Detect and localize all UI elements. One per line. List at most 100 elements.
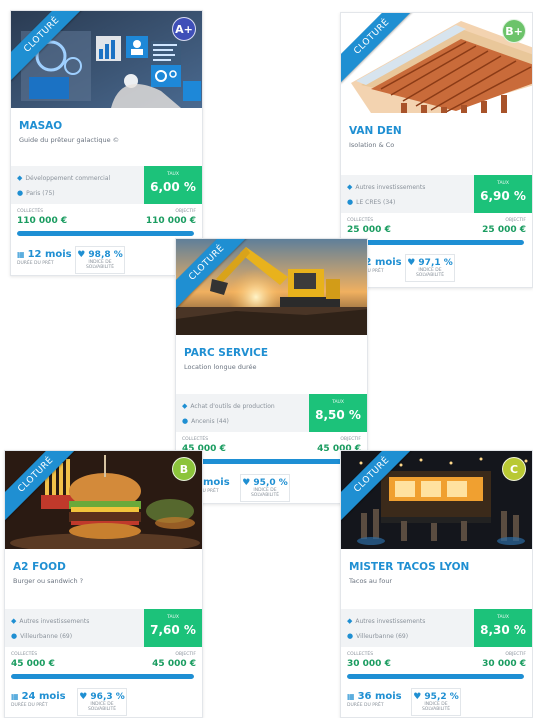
project-card-a2-food[interactable]: CLOTURÉ B A2 FOOD Burger ou sandwich ? ◆…: [4, 450, 203, 718]
rate-label: TAUX: [497, 181, 509, 186]
target-label: OBJECTIF: [175, 652, 196, 657]
shield-heart-icon: ♥: [407, 258, 416, 268]
map-pin-icon: ●: [347, 198, 354, 206]
tag-icon: ◆: [347, 183, 353, 191]
progress-fill: [182, 459, 359, 464]
project-image: CLOTURÉ B+: [341, 13, 532, 113]
project-title[interactable]: MASAO: [11, 108, 202, 132]
loan-details: ▦ 36 mois DURÉE DU PRÊT ♥ 95,2 % INDICE D…: [341, 685, 532, 717]
project-subtitle: Isolation & Co: [349, 141, 395, 149]
project-subtitle: Guide du prêteur galactique ©: [19, 136, 120, 144]
sector-tag: ◆ Développement commercial: [17, 174, 111, 182]
target-value: 25 000 €: [482, 225, 526, 235]
rate-value: 7,60 %: [150, 623, 196, 637]
sector-tag: ◆ Achat d'outils de production: [182, 402, 275, 410]
progress-fill: [17, 231, 194, 236]
progress-fill: [347, 674, 524, 679]
collected-value: 25 000 €: [347, 225, 391, 235]
funding-progress-bar: [347, 240, 524, 245]
target-value: 45 000 €: [152, 659, 196, 669]
sector-tag: ◆ Autres investissements: [11, 617, 90, 625]
funding-progress-bar: [17, 231, 194, 236]
funding-progress-bar: [347, 674, 524, 679]
collected-label: COLLECTÉS: [17, 209, 44, 214]
risk-grade-badge: C: [502, 457, 526, 481]
project-subtitle: Tacos au four: [349, 577, 393, 585]
progress-fill: [347, 240, 524, 245]
shield-heart-icon: ♥: [77, 250, 86, 260]
funding-amounts: COLLECTÉS 25 000 € OBJECTIF 25 000 €: [341, 215, 532, 239]
risk-grade-badge: B: [172, 457, 196, 481]
collected-value: 30 000 €: [347, 659, 391, 669]
location-tag: ● LE CRES (34): [347, 198, 396, 206]
location-tag: ● Paris (75): [17, 189, 55, 197]
location-tag: ● Villeurbanne (69): [11, 632, 73, 640]
map-pin-icon: ●: [347, 632, 354, 640]
interest-rate-box: TAUX 6,90 %: [474, 175, 532, 213]
tag-icon: ◆: [11, 617, 17, 625]
tag-icon: ◆: [347, 617, 353, 625]
project-image: CLOTURÉ B: [5, 451, 202, 549]
rate-value: 6,90 %: [480, 189, 526, 203]
tag-icon: ◆: [17, 174, 23, 182]
calendar-icon: ▦: [11, 692, 19, 701]
interest-rate-box: TAUX 6,00 %: [144, 166, 202, 204]
shield-heart-icon: ♥: [242, 478, 251, 488]
rate-value: 8,30 %: [480, 623, 526, 637]
collected-label: COLLECTÉS: [182, 437, 209, 442]
project-card-masao[interactable]: CLOTURÉ A+ MASAO Guide du prêteur galact…: [10, 10, 203, 276]
tag-icon: ◆: [182, 402, 188, 410]
project-image: CLOTURÉ C: [341, 451, 532, 549]
interest-rate-box: TAUX 8,50 %: [309, 394, 367, 432]
project-info-row: ◆ Achat d'outils de production ● Ancenis (…: [176, 394, 367, 432]
solvency-score: ♥ 96,3 % INDICE DE SOLVABILITÉ: [77, 688, 127, 716]
collected-label: COLLECTÉS: [347, 218, 374, 223]
project-card-mister-tacos-lyon[interactable]: CLOTURÉ C MISTER TACOS LYON Tacos au fou…: [340, 450, 533, 718]
solvency-score: ♥ 98,8 % INDICE DE SOLVABILITÉ: [75, 246, 125, 274]
map-pin-icon: ●: [17, 189, 24, 197]
solvency-score: ♥ 95,2 % INDICE DE SOLVABILITÉ: [411, 688, 461, 716]
loan-duration: ▦12 mois DURÉE DU PRÊT: [17, 249, 72, 266]
solvency-score: ♥ 97,1 % INDICE DE SOLVABILITÉ: [405, 254, 455, 282]
location-tag: ● Villeurbanne (69): [347, 632, 409, 640]
progress-fill: [11, 674, 194, 679]
project-title[interactable]: MISTER TACOS LYON: [341, 549, 532, 573]
project-info-row: ◆ Autres investissements ● Villeurbanne (6…: [341, 609, 532, 647]
project-image: CLOTURÉ A+: [11, 11, 202, 108]
loan-details: ▦ 24 mois DURÉE DU PRÊT ♥ 96,3 % INDICE D…: [5, 685, 202, 717]
project-subtitle: Location longue durée: [184, 363, 257, 371]
target-value: 110 000 €: [145, 216, 196, 226]
project-card-van-den[interactable]: CLOTURÉ B+ VAN DEN Isolation & Co ◆ Autre…: [340, 12, 533, 288]
project-title[interactable]: VAN DEN: [341, 113, 532, 137]
project-title[interactable]: PARC SERVICE: [176, 335, 367, 359]
target-label: OBJECTIF: [505, 218, 526, 223]
interest-rate-box: TAUX 8,30 %: [474, 609, 532, 647]
loan-duration: ▦ 24 mois DURÉE DU PRÊT: [11, 691, 66, 708]
loan-duration: ▦ 36 mois DURÉE DU PRÊT: [347, 691, 402, 708]
sector-tag: ◆ Autres investissements: [347, 617, 426, 625]
calendar-icon: ▦: [17, 250, 25, 259]
rate-label: TAUX: [167, 172, 179, 177]
funding-amounts: COLLECTÉS 45 000 € OBJECTIF 45 000 €: [176, 434, 367, 458]
rate-value: 8,50 %: [315, 408, 361, 422]
interest-rate-box: TAUX 7,60 %: [144, 609, 202, 647]
project-info-row: ◆ Autres investissements ● LE CRES (34) TA…: [341, 175, 532, 213]
rate-value: 6,00 %: [150, 180, 196, 194]
map-pin-icon: ●: [11, 632, 18, 640]
funding-progress-bar: [182, 459, 359, 464]
shield-heart-icon: ♥: [79, 692, 88, 702]
rate-label: TAUX: [332, 400, 344, 405]
collected-label: COLLECTÉS: [11, 652, 38, 657]
funding-amounts: COLLECTÉS 110 000 € OBJECTIF 110 000 €: [11, 206, 202, 230]
collected-value: 110 000 €: [17, 216, 68, 226]
project-info-row: ◆ Développement commercial ● Paris (75) TA…: [11, 166, 202, 204]
funding-amounts: COLLECTÉS 30 000 € OBJECTIF 30 000 €: [341, 649, 532, 673]
target-value: 30 000 €: [482, 659, 526, 669]
loan-details: ▦ 12 mois DURÉE DU PRÊT ♥ 98,8 % INDICE D…: [11, 243, 202, 275]
target-label: OBJECTIF: [505, 652, 526, 657]
solvency-score: ♥ 95,0 % INDICE DE SOLVABILITÉ: [240, 474, 290, 502]
shield-heart-icon: ♥: [413, 692, 422, 702]
rate-label: TAUX: [167, 615, 179, 620]
project-title[interactable]: A2 FOOD: [5, 549, 202, 573]
calendar-icon: ▦: [347, 692, 355, 701]
